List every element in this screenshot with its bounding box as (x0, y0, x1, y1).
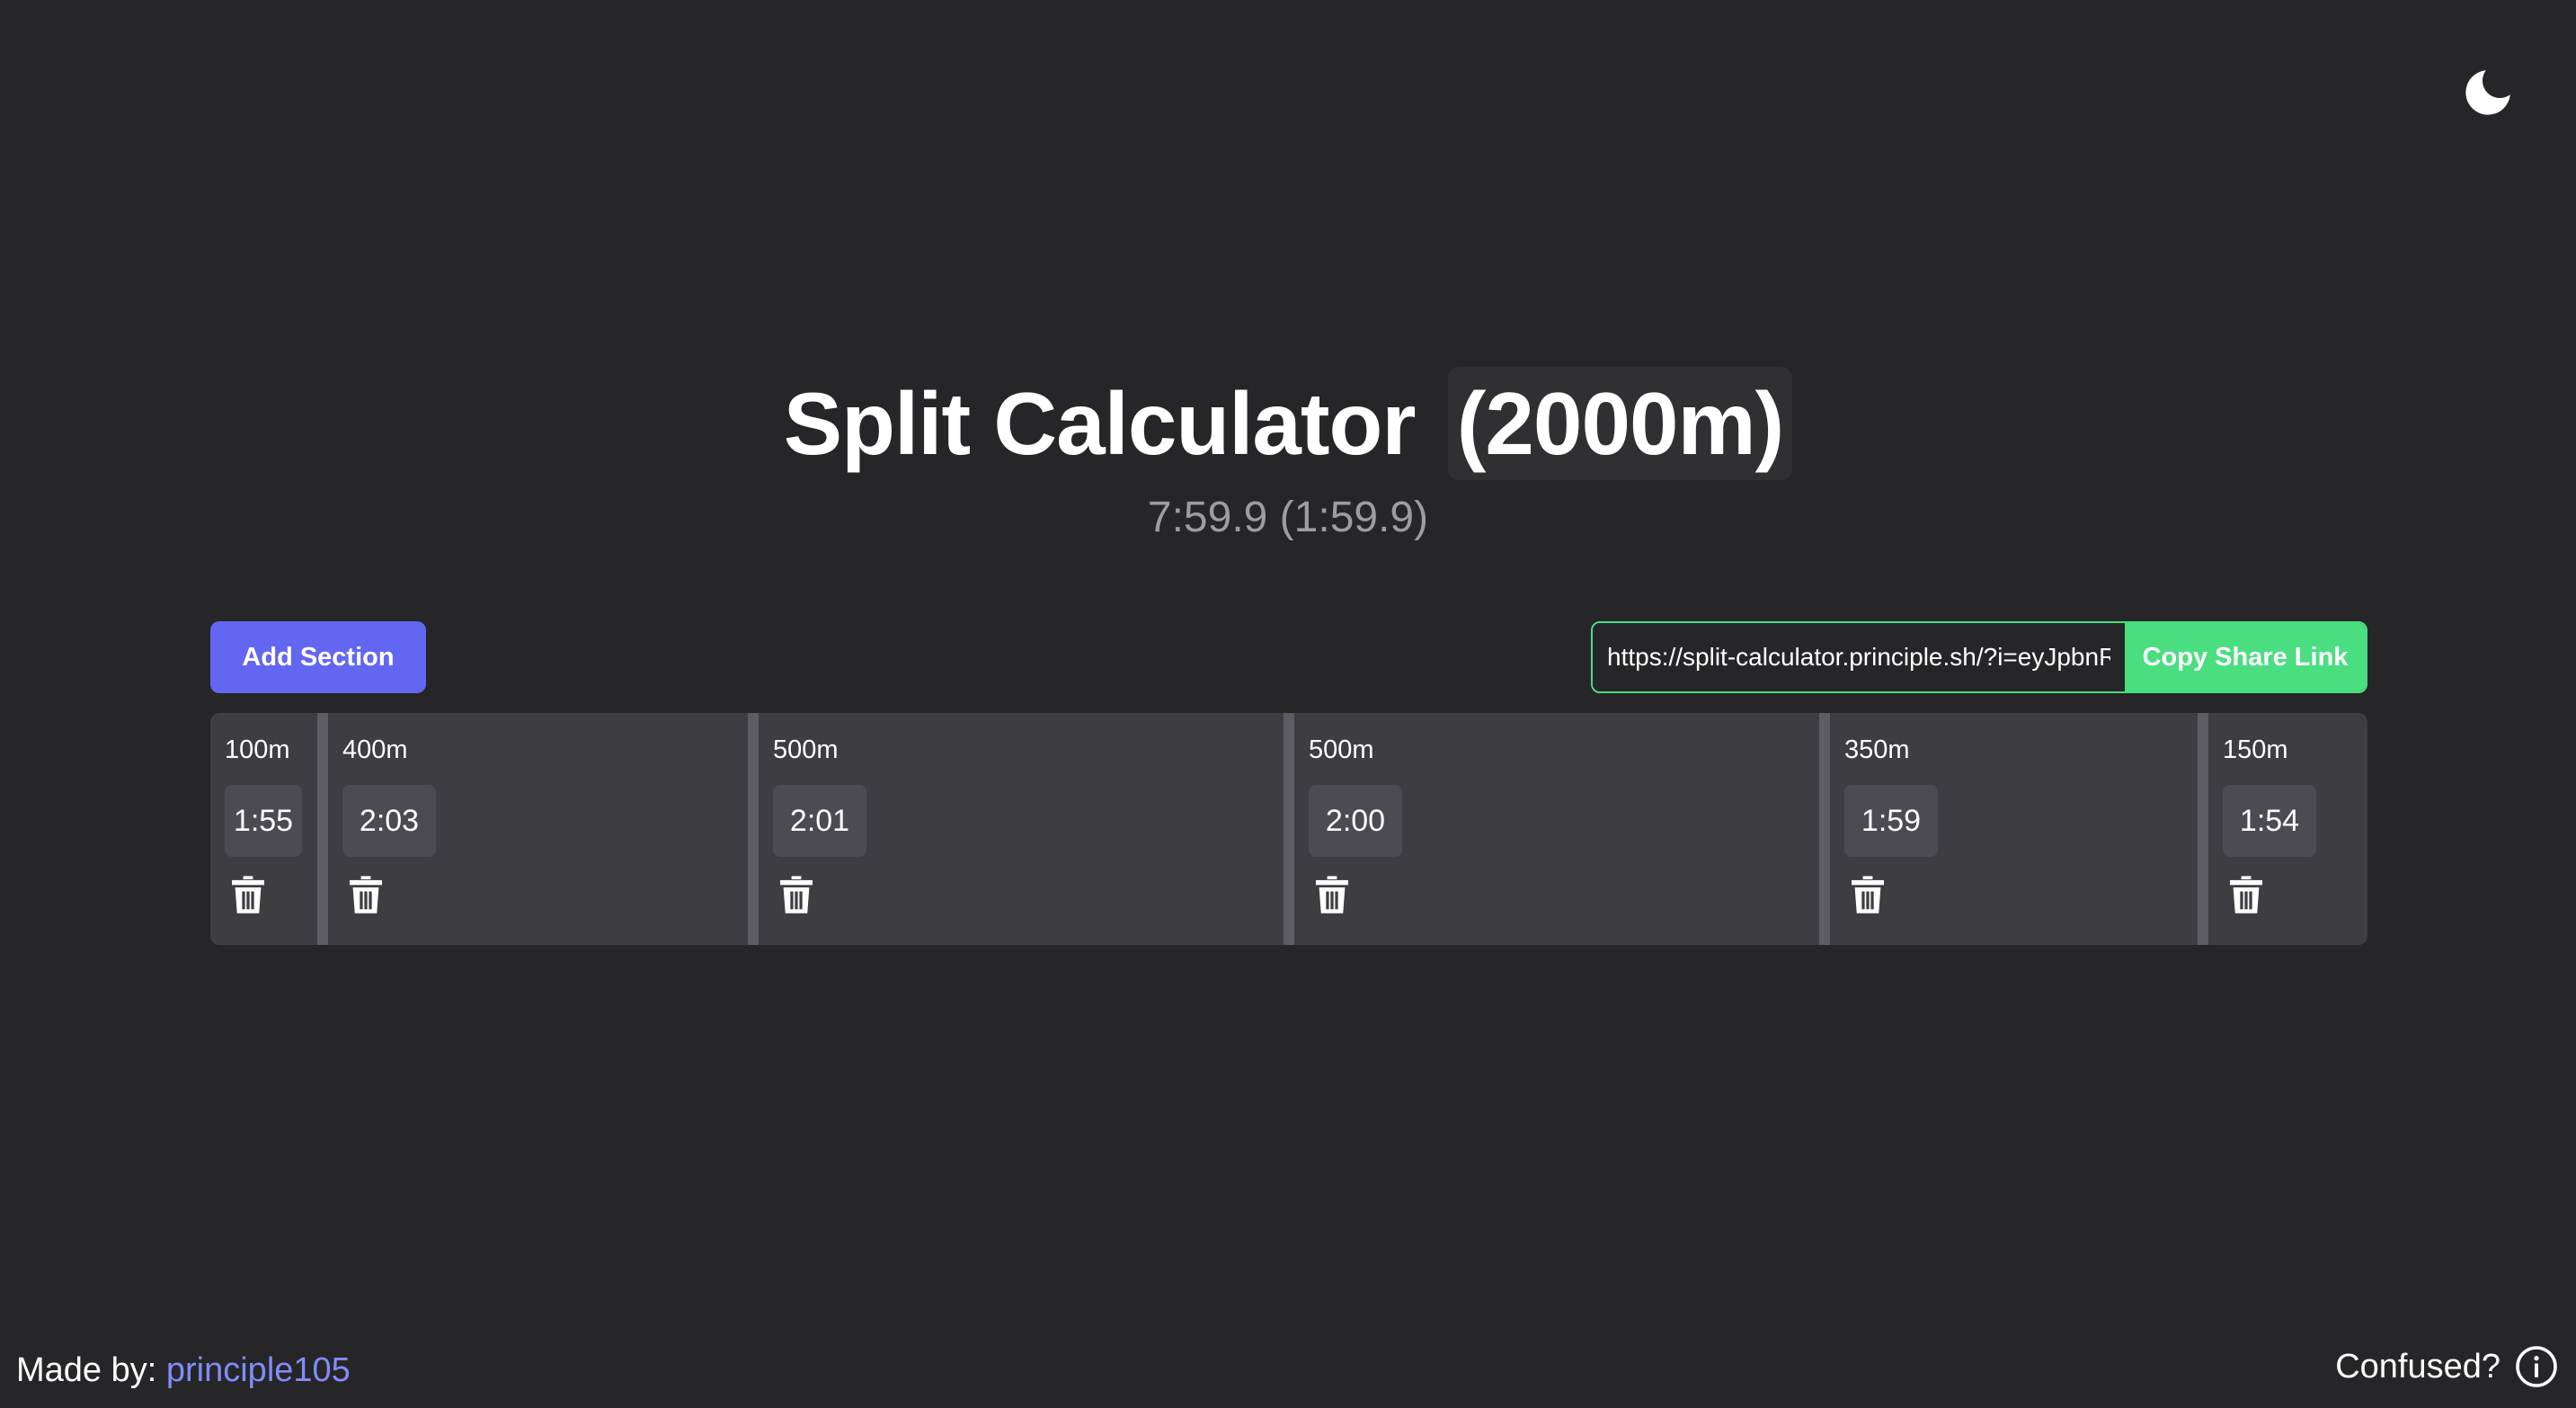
made-by-credit: Made by: principle105 (16, 1349, 351, 1392)
section-resize-handle[interactable] (1284, 713, 1294, 945)
section-item: 150m (2208, 713, 2367, 945)
copy-share-link-button[interactable]: Copy Share Link (2125, 623, 2366, 691)
section-item: 400m (328, 713, 748, 945)
share-link-input[interactable] (1593, 623, 2125, 691)
share-link-group: Copy Share Link (1591, 621, 2367, 693)
made-by-label: Made by: (16, 1351, 157, 1389)
sections-bar: 100m 400m 500m (210, 713, 2367, 945)
help-label: Confused? (2335, 1347, 2500, 1386)
moon-icon[interactable] (2458, 63, 2518, 122)
section-distance-label: 500m (773, 735, 839, 764)
section-resize-handle[interactable] (2198, 713, 2208, 945)
section-resize-handle[interactable] (317, 713, 328, 945)
trash-icon[interactable] (780, 875, 813, 916)
trash-icon[interactable] (1852, 875, 1884, 916)
trash-icon[interactable] (2230, 875, 2262, 916)
info-icon[interactable] (2515, 1345, 2558, 1388)
section-split-input[interactable] (1844, 785, 1938, 857)
section-split-input[interactable] (773, 785, 866, 857)
title-text: Split Calculator (783, 374, 1417, 473)
section-distance-label: 500m (1309, 735, 1374, 764)
section-distance-label: 150m (2223, 735, 2288, 764)
section-resize-handle[interactable] (1819, 713, 1830, 945)
section-distance-label: 100m (225, 735, 290, 764)
section-resize-handle[interactable] (748, 713, 759, 945)
section-item: 500m (759, 713, 1284, 945)
section-item: 350m (1830, 713, 2198, 945)
section-split-input[interactable] (1309, 785, 1402, 857)
help-link[interactable]: Confused? (2335, 1345, 2558, 1388)
page-title: Split Calculator (2000m) (783, 367, 1793, 480)
section-split-input[interactable] (342, 785, 436, 857)
author-link[interactable]: principle105 (166, 1351, 351, 1389)
section-distance-label: 400m (342, 735, 408, 764)
page-header: Split Calculator (2000m) (0, 367, 2576, 480)
trash-icon[interactable] (1316, 875, 1348, 916)
total-distance-badge: (2000m) (1447, 367, 1793, 480)
trash-icon[interactable] (350, 875, 382, 916)
add-section-button[interactable]: Add Section (210, 621, 426, 693)
section-split-input[interactable] (2223, 785, 2316, 857)
section-item: 500m (1294, 713, 1819, 945)
total-time-summary: 7:59.9 (1:59.9) (1147, 494, 1429, 541)
section-item: 100m (210, 713, 317, 945)
trash-icon[interactable] (232, 875, 264, 916)
section-split-input[interactable] (225, 785, 302, 857)
section-distance-label: 350m (1844, 735, 1910, 764)
